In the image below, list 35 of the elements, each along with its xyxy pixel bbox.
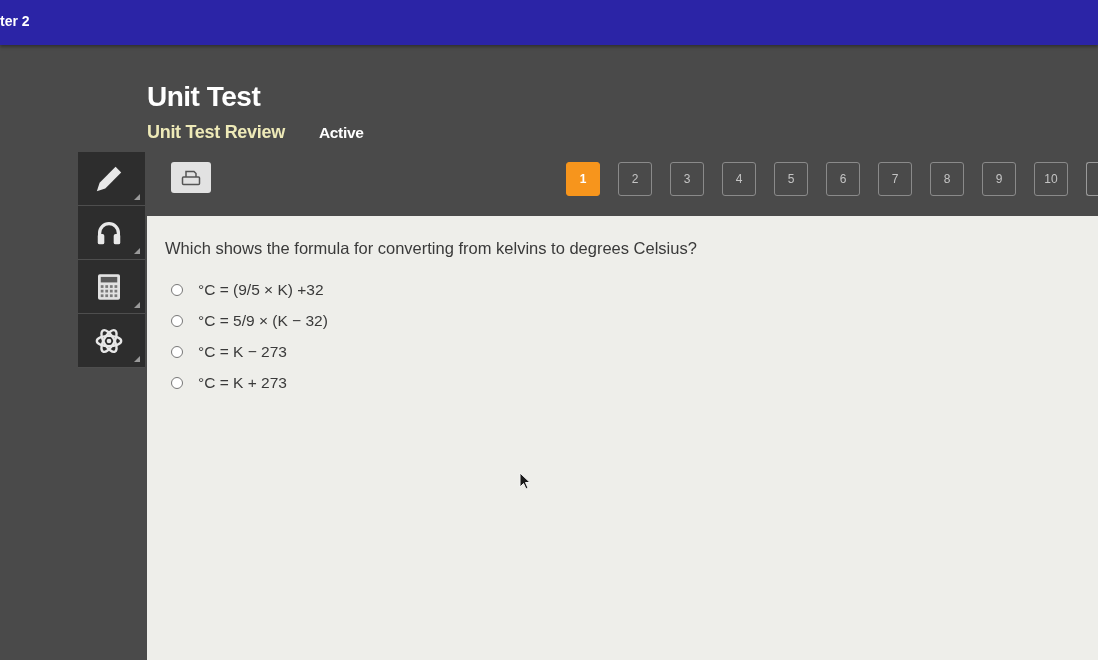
- question-number-button[interactable]: 5: [774, 162, 808, 196]
- corner-triangle-icon: [134, 248, 140, 254]
- assignment-title: Unit Test Review: [147, 121, 285, 143]
- question-number-button[interactable]: 4: [722, 162, 756, 196]
- question-number-button[interactable]: 7: [878, 162, 912, 196]
- question-number-button[interactable]: 6: [826, 162, 860, 196]
- pencil-tool-button[interactable]: [78, 152, 145, 206]
- radio-button[interactable]: [171, 283, 183, 296]
- answer-option[interactable]: °C = (9/5 × K) +32: [198, 280, 324, 299]
- calculator-tool-button[interactable]: [78, 260, 145, 314]
- course-title: ter 2: [0, 12, 30, 29]
- radio-button[interactable]: [171, 376, 183, 389]
- page-title: Unit Test: [147, 81, 262, 113]
- answer-option[interactable]: °C = 5/9 × (K − 32): [198, 311, 328, 330]
- question-number-button[interactable]: 2: [618, 162, 652, 196]
- question-number-button[interactable]: 8: [930, 162, 964, 196]
- printer-icon: [181, 169, 201, 186]
- print-button[interactable]: [171, 162, 211, 193]
- headphones-tool-button[interactable]: [78, 206, 145, 260]
- partial-question-button[interactable]: [1086, 162, 1098, 196]
- status-label: Active: [318, 124, 364, 142]
- calculator-icon: [98, 273, 120, 300]
- answer-option[interactable]: °C = K + 273: [198, 373, 287, 392]
- radio-button[interactable]: [171, 345, 183, 358]
- question-number-button[interactable]: 3: [670, 162, 704, 196]
- radio-button[interactable]: [171, 314, 183, 327]
- cursor-icon: [519, 472, 531, 490]
- answer-option[interactable]: °C = K − 273: [198, 342, 287, 361]
- atom-tool-button[interactable]: [78, 314, 145, 368]
- corner-triangle-icon: [134, 194, 140, 200]
- corner-triangle-icon: [134, 356, 140, 362]
- question-number-button[interactable]: 9: [982, 162, 1016, 196]
- corner-triangle-icon: [134, 302, 140, 308]
- question-number-button[interactable]: 10: [1034, 162, 1068, 196]
- question-text: Which shows the formula for converting from kelvins to degrees Celsius?: [165, 238, 698, 258]
